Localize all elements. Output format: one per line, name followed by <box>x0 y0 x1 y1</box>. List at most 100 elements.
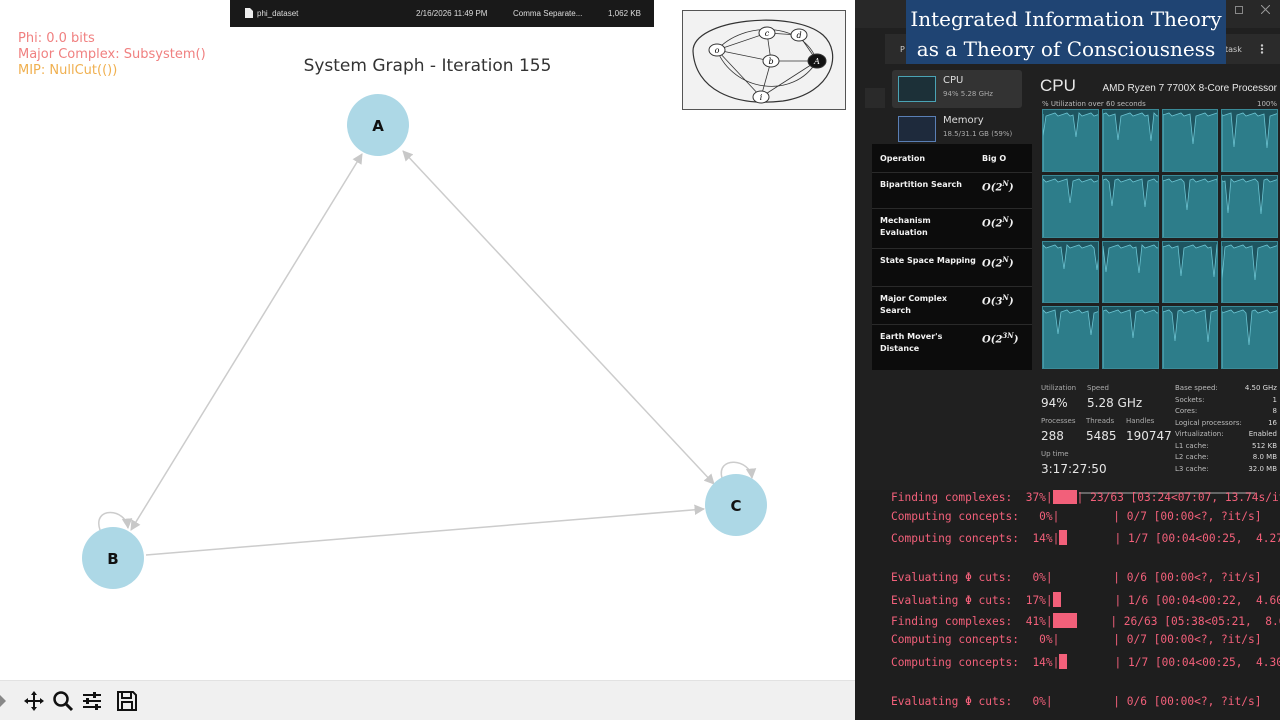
progress-stats: | 0/6 [00:00<?, ?it/s] <box>1052 695 1262 708</box>
pan-icon[interactable] <box>22 689 46 713</box>
tab-fragment-left[interactable]: P <box>900 45 905 54</box>
cpu-core-graph <box>1042 240 1099 304</box>
spec-value: 16 <box>1268 418 1277 427</box>
progress-label: Evaluating Φ cuts: 17%| <box>891 594 1053 607</box>
cpu-core-graph <box>1161 306 1219 369</box>
iit-title-banner: Integrated Information Theory as a Theor… <box>906 0 1226 64</box>
cpu-core-graph <box>1221 109 1278 172</box>
big-o-base: O(2 <box>982 218 1003 230</box>
spec-row: Base speed: 4.50 GHz <box>1175 384 1277 395</box>
progress-bar <box>1052 592 1061 607</box>
cpu-core-graph <box>1101 306 1159 369</box>
spec-key: Logical processors: <box>1175 418 1242 427</box>
spec-key: Virtualization: <box>1175 430 1224 438</box>
cpu-core-graph <box>1221 174 1278 238</box>
big-o-row: Bipartition Search O(2N) <box>872 172 1032 210</box>
big-o-row: Earth Mover's Distance O(23N) <box>872 324 1032 362</box>
spec-row: Virtualization: Enabled <box>1175 430 1277 441</box>
cpu-core-graph <box>1042 306 1099 369</box>
cpu-core-trace <box>1162 112 1218 171</box>
progress-bar <box>1052 612 1077 628</box>
spec-key: Cores: <box>1175 407 1198 415</box>
thumbnail-diagram: c d o b A i <box>692 19 834 104</box>
spec-value: 512 KB <box>1252 441 1277 450</box>
tab-fragment-right[interactable]: task <box>1225 45 1242 54</box>
big-o-row: Major Complex Search O(3N) <box>872 286 1032 324</box>
progress-label: Computing concepts: 0%| <box>891 633 1060 647</box>
node-c[interactable]: C <box>705 474 767 536</box>
cpu-core-trace <box>1102 178 1158 237</box>
terminal-line: Evaluating Φ cuts: 0%| | 0/6 [00:00<?, ?… <box>891 571 1261 591</box>
big-o-complexity: O(2N) <box>982 255 1014 269</box>
big-o-operation: Major Complex Search <box>880 294 948 315</box>
progress-bar <box>1052 490 1077 504</box>
cpu-core-graph <box>1101 109 1159 172</box>
terminal-line: Computing concepts: 14%| | 1/7 [00:04<00… <box>891 530 1280 550</box>
cpu-core-trace <box>1162 309 1218 369</box>
terminal-line: Finding complexes: 37%| | 23/63 [03:24<07… <box>891 490 1280 509</box>
big-o-base: O(2 <box>982 334 1003 346</box>
big-o-operation: Bipartition Search <box>880 180 962 189</box>
progress-stats: | 1/6 [00:04<00:22, 4.60s/it] <box>1114 594 1280 607</box>
node-a[interactable]: A <box>347 94 409 156</box>
cpu-core-graph <box>1101 174 1159 238</box>
cpu-core-trace <box>1222 177 1278 237</box>
plot-toolbar <box>0 680 855 720</box>
progress-stats: | 1/7 [00:04<00:25, 4.27s/it] <box>1114 532 1280 546</box>
edge-a-b <box>130 153 363 531</box>
terminal-line: Computing concepts: 0%| | 0/7 [00:00<?, … <box>891 510 1261 530</box>
processes-label: Processes <box>1041 417 1076 425</box>
cpu-core-graph <box>1161 240 1219 304</box>
progress-label: Computing concepts: 14%| <box>891 532 1060 546</box>
progress-stats: | 0/6 [00:00<?, ?it/s] <box>1052 571 1262 585</box>
handles-value: 190747 <box>1126 429 1172 443</box>
cpu-core-graph <box>1161 174 1219 238</box>
big-o-row: State Space Mapping O(2N) <box>872 248 1032 286</box>
close-icon[interactable] <box>1261 5 1270 14</box>
sidebar-item-memory[interactable]: Memory 18.5/31.1 GB (59%) <box>892 110 1022 148</box>
cpu-core-graph <box>1042 109 1099 172</box>
big-o-tail: ) <box>1008 296 1014 308</box>
more-options-icon[interactable] <box>1257 44 1267 54</box>
maximize-icon[interactable] <box>1235 6 1243 14</box>
cpu-core-trace <box>1102 112 1158 171</box>
cpu-core-trace <box>1222 112 1278 171</box>
handles-label: Handles <box>1126 417 1155 425</box>
utilization-caption: % Utilization over 60 seconds <box>1042 100 1146 108</box>
utilization-value: 94% <box>1041 396 1068 410</box>
thumb-label-d: d <box>796 31 801 40</box>
node-b[interactable]: B <box>82 527 144 589</box>
big-o-tail: ) <box>1013 334 1019 346</box>
uptime-label: Up time <box>1041 450 1069 458</box>
zoom-icon[interactable] <box>51 689 75 713</box>
configure-subplots-icon[interactable] <box>80 689 104 713</box>
big-o-exponent: 3N <box>1002 331 1014 340</box>
big-o-row: Mechanism Evaluation O(2N) <box>872 208 1032 246</box>
sidebar-nav-icon[interactable] <box>865 88 885 108</box>
big-o-base: O(3 <box>982 296 1003 308</box>
big-o-header-operation: Operation <box>880 154 926 163</box>
terminal-line: Computing concepts: 14%| | 1/7 [00:04<00… <box>891 653 1280 674</box>
thumb-label-b: b <box>768 57 773 66</box>
spec-key: L3 cache: <box>1175 464 1209 473</box>
uptime-value: 3:17:27:50 <box>1041 462 1107 476</box>
sidebar-item-cpu[interactable]: CPU 94% 5.28 GHz <box>892 70 1022 108</box>
big-o-complexity: O(3N) <box>982 293 1014 307</box>
file-modified: 2/16/2026 11:49 PM <box>416 9 488 18</box>
cpu-core-graph <box>1221 306 1278 369</box>
node-b-label: B <box>107 550 118 568</box>
progress-label: Computing concepts: 0%| <box>891 509 1060 523</box>
save-icon[interactable] <box>115 689 139 713</box>
memory-sparkline <box>898 116 936 142</box>
spec-row: L1 cache: 512 KB <box>1175 442 1277 453</box>
cpu-core-trace <box>1102 243 1158 303</box>
file-row[interactable]: phi_dataset 2/16/2026 11:49 PM Comma Sep… <box>230 0 654 27</box>
toolbar-overflow-icon[interactable] <box>0 695 6 707</box>
terminal-line: Evaluating Φ cuts: 17%| | 1/6 [00:04<00:… <box>891 592 1280 612</box>
cpu-core-trace <box>1042 309 1098 369</box>
spec-key: L1 cache: <box>1175 441 1209 450</box>
network-thumbnail: c d o b A i <box>682 10 846 110</box>
big-o-complexity: O(23N) <box>982 331 1018 345</box>
speed-value: 5.28 GHz <box>1087 396 1143 410</box>
progress-stats: | 0/7 [00:00<?, ?it/s] <box>1059 509 1262 523</box>
